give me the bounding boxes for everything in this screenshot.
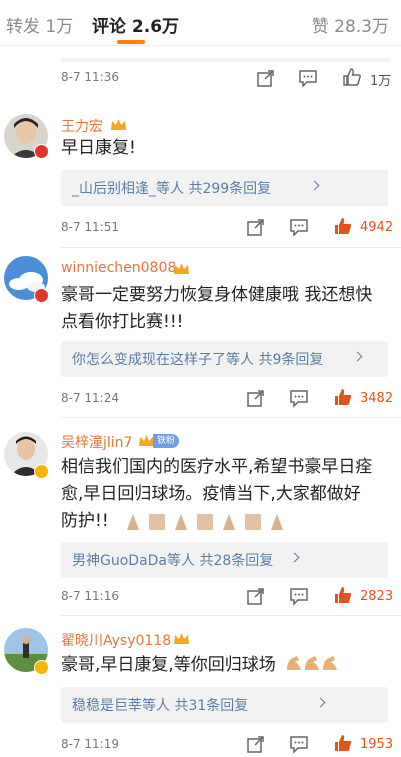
like-count: 4942: [360, 220, 394, 235]
like-icon-active[interactable]: [333, 733, 353, 753]
replies-link[interactable]: 男神GuoDaDa等人 共28条回复: [61, 542, 388, 578]
verified-badge-icon: [34, 288, 49, 303]
replies-link[interactable]: _山后别相逢_等人 共299条回复: [61, 170, 388, 206]
comment-icon[interactable]: [298, 68, 318, 88]
comment-icon[interactable]: [289, 217, 309, 237]
repost-icon[interactable]: [256, 68, 276, 88]
chevron-right-icon: [315, 697, 326, 708]
flexed-bicep-emoji-icon: [287, 656, 338, 670]
like-icon-active[interactable]: [333, 216, 353, 236]
tab-repost[interactable]: 转发 1万: [6, 12, 73, 37]
comment-item: winniechen0808 豪哥一定要努力恢复身体健康哦 我还想快 点看你打比…: [0, 251, 401, 418]
like-icon[interactable]: [342, 67, 362, 87]
reply-summary: _山后别相逢_等人 共299条回复: [72, 181, 272, 197]
comment-time: 8-7 11:24: [61, 391, 119, 405]
crown-icon: [174, 633, 189, 644]
verified-badge-icon: [34, 144, 49, 159]
comment-text-line: 防护!!: [61, 508, 391, 535]
comment-item: 翟晓川Aysy0118 豪哥,早日康复,等你回归球场 稳稳是巨莘等人 共31条回…: [0, 616, 401, 757]
crown-icon: [174, 263, 189, 274]
repost-icon[interactable]: [246, 217, 266, 237]
reply-summary: 稳稳是巨莘等人 共31条回复: [72, 698, 249, 714]
comment-tabs-bar: 转发 1万 评论 2.6万 赞 28.3万: [0, 0, 401, 46]
comment-item: 吴梓潼jlin7 铁粉 相信我们国内的医疗水平,希望书豪早日痊 愈,早日回归球场…: [0, 418, 401, 616]
repost-icon[interactable]: [246, 734, 266, 754]
tab-likes[interactable]: 赞 28.3万: [312, 12, 389, 37]
verified-badge-icon: [34, 660, 49, 675]
username[interactable]: 吴梓潼jlin7: [61, 432, 132, 452]
comment-time: 8-7 11:36: [61, 70, 119, 84]
like-count: 2823: [360, 589, 394, 604]
fan-level-badge: 铁粉: [153, 434, 180, 448]
comment-icon[interactable]: [289, 388, 309, 408]
repost-icon[interactable]: [246, 586, 266, 606]
comment-time: 8-7 11:19: [61, 737, 119, 751]
like-count: 1万: [370, 74, 392, 89]
active-tab-indicator: [117, 40, 145, 44]
comment-text: 早日康复!: [61, 138, 136, 158]
chevron-right-icon: [289, 552, 300, 563]
comment-text-line: 豪哥一定要努力恢复身体健康哦 我还想快: [61, 285, 373, 305]
emoji-row: [125, 513, 300, 540]
like-count: 1953: [360, 737, 394, 752]
comment-time: 8-7 11:16: [61, 589, 119, 603]
like-icon-active[interactable]: [333, 585, 353, 605]
comment-text-line: 豪哥,早日康复,等你回归球场: [61, 655, 276, 675]
partial-comment: 8-7 11:36 1万: [0, 46, 401, 114]
comment-time: 8-7 11:51: [61, 220, 119, 234]
replies-link[interactable]: 你怎么变成现在这样子了等人 共9条回复: [61, 341, 388, 377]
praying-hands-emoji-icon: [127, 514, 283, 530]
divider: [61, 247, 401, 248]
comment-text-line: 点看你打比赛!!!: [61, 312, 184, 332]
comment-item: 王力宏 早日康复! _山后别相逢_等人 共299条回复 8-7 11:51 49…: [0, 114, 401, 251]
comment-text: 豪哥一定要努力恢复身体健康哦 我还想快 点看你打比赛!!!: [61, 282, 391, 336]
like-count: 3482: [360, 391, 394, 406]
username[interactable]: winniechen0808: [61, 260, 176, 276]
reply-summary: 你怎么变成现在这样子了等人 共9条回复: [72, 352, 324, 368]
comment-text-line: 愈,早日回归球场。疫情当下,大家都做好: [61, 484, 361, 504]
username[interactable]: 王力宏: [61, 116, 103, 136]
comment-icon[interactable]: [289, 586, 309, 606]
like-icon-active[interactable]: [333, 387, 353, 407]
repost-icon[interactable]: [246, 388, 266, 408]
chevron-right-icon: [309, 180, 320, 191]
verified-badge-icon: [34, 464, 49, 479]
username[interactable]: 翟晓川Aysy0118: [61, 630, 171, 650]
comment-text: 豪哥,早日康复,等你回归球场: [61, 652, 391, 679]
tab-comments[interactable]: 评论 2.6万: [92, 12, 179, 37]
reply-box-edge: [61, 58, 391, 62]
comment-text: 相信我们国内的医疗水平,希望书豪早日痊 愈,早日回归球场。疫情当下,大家都做好 …: [61, 454, 391, 535]
crown-icon: [111, 119, 126, 130]
replies-link[interactable]: 稳稳是巨莘等人 共31条回复: [61, 687, 388, 723]
comment-icon[interactable]: [289, 734, 309, 754]
chevron-right-icon: [352, 351, 363, 362]
comment-text-tail: 防护!!: [61, 511, 109, 531]
comment-text-line: 相信我们国内的医疗水平,希望书豪早日痊: [61, 457, 373, 477]
reply-summary: 男神GuoDaDa等人 共28条回复: [72, 553, 274, 569]
